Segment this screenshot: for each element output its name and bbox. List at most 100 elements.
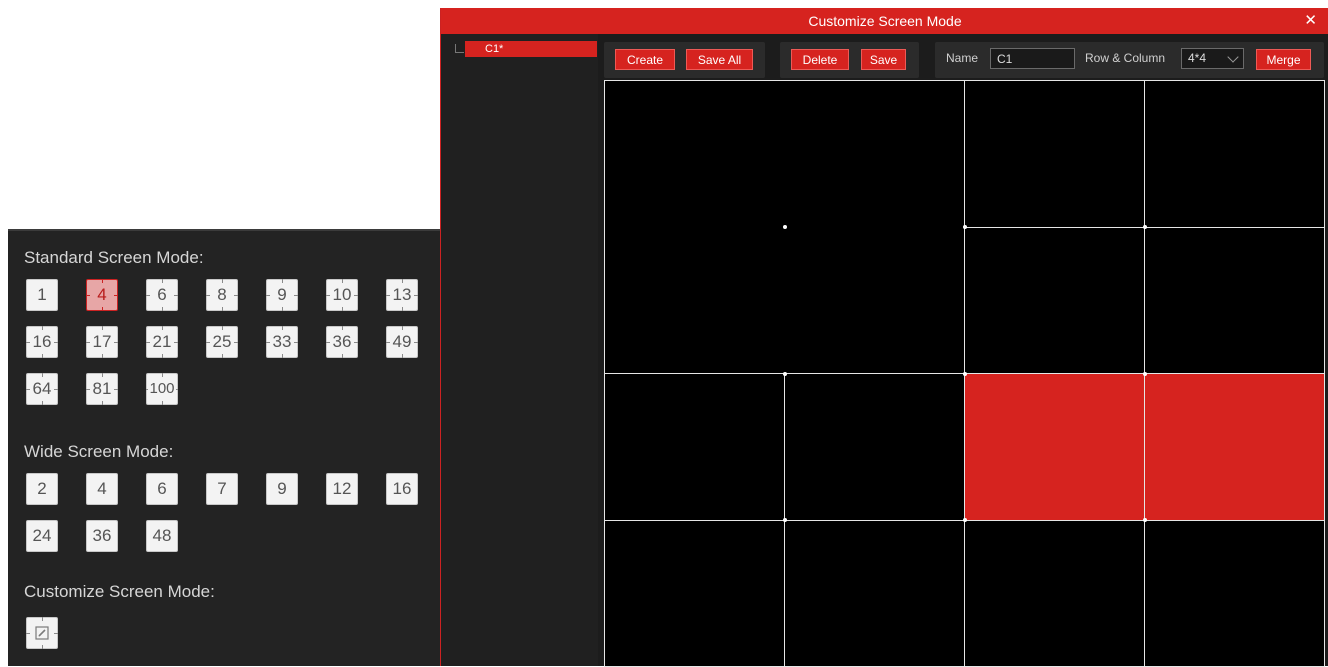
tree-item-c1[interactable]: C1* [465,41,597,57]
wide-mode-label: 48 [152,526,173,545]
row-column-label: Row & Column [1085,51,1165,65]
save-all-button[interactable]: Save All [686,49,753,70]
grid-junction [1143,225,1147,229]
grid-junction [963,225,967,229]
grid-cell-2-1[interactable] [784,373,965,521]
standard-mode-label: 16 [32,332,53,351]
wide-mode-button-36[interactable]: 36 [86,520,118,552]
wide-mode-label: 9 [276,479,287,498]
wide-mode-button-7[interactable]: 7 [206,473,238,505]
standard-mode-button-8[interactable]: 8 [206,279,238,311]
customize-screen-dialog: Customize Screen Mode ✕ C1* Create Save … [440,8,1328,666]
edit-icon [34,626,50,640]
delete-button[interactable]: Delete [791,49,849,70]
standard-mode-button-33[interactable]: 33 [266,326,298,358]
grid-cell-1-3[interactable] [1144,227,1325,375]
name-label: Name [946,51,978,65]
standard-mode-label: 33 [272,332,293,351]
standard-mode-button-1[interactable]: 1 [26,279,58,311]
wide-mode-label: 12 [332,479,353,498]
toolbar-group-edit: Delete Save [780,42,919,78]
wide-mode-button-16[interactable]: 16 [386,473,418,505]
standard-mode-label: 100 [148,380,175,397]
wide-mode-button-6[interactable]: 6 [146,473,178,505]
standard-mode-button-25[interactable]: 25 [206,326,238,358]
standard-mode-button-21[interactable]: 21 [146,326,178,358]
wide-mode-label: 2 [36,479,47,498]
wide-mode-button-48[interactable]: 48 [146,520,178,552]
grid-cell-3-0[interactable] [604,520,785,667]
dialog-title: Customize Screen Mode [441,13,1328,29]
wide-mode-label: 6 [156,479,167,498]
standard-mode-label: 25 [212,332,233,351]
grid-cell-3-3[interactable] [1144,520,1325,667]
standard-mode-label: 4 [96,285,107,304]
grid-junction [963,372,967,376]
wide-mode-label: 24 [32,526,53,545]
wide-mode-label: 36 [92,526,113,545]
grid-junction [1143,372,1147,376]
standard-mode-button-13[interactable]: 13 [386,279,418,311]
toolbar-group-properties: Name Row & Column 4*4 Merge [935,42,1324,78]
standard-mode-button-4[interactable]: 4 [86,279,118,311]
wide-mode-button-4[interactable]: 4 [86,473,118,505]
standard-mode-button-16[interactable]: 16 [26,326,58,358]
tree-connector [455,44,464,53]
standard-mode-label: 81 [92,379,113,398]
standard-mode-label: 13 [392,285,413,304]
wide-mode-button-9[interactable]: 9 [266,473,298,505]
screen-grid [604,80,1324,666]
standard-mode-label: 8 [216,285,227,304]
create-button[interactable]: Create [615,49,675,70]
toolbar-group-create: Create Save All [604,42,765,78]
grid-cell-0-2[interactable] [964,80,1145,228]
standard-mode-button-81[interactable]: 81 [86,373,118,405]
grid-cell-1-2[interactable] [964,227,1145,375]
chevron-down-icon [1227,51,1238,62]
wide-mode-button-2[interactable]: 2 [26,473,58,505]
grid-cell-3-2[interactable] [964,520,1145,667]
row-column-select[interactable]: 4*4 [1181,48,1244,69]
standard-mode-button-49[interactable]: 49 [386,326,418,358]
name-input[interactable] [990,48,1075,69]
standard-mode-button-17[interactable]: 17 [86,326,118,358]
wide-mode-title: Wide Screen Mode: [24,442,173,462]
grid-cell-2-0[interactable] [604,373,785,521]
row-column-value: 4*4 [1188,51,1206,65]
standard-mode-button-36[interactable]: 36 [326,326,358,358]
wide-mode-label: 7 [216,479,227,498]
save-button[interactable]: Save [861,49,906,70]
grid-cell-2-3[interactable] [1144,373,1325,521]
standard-mode-label: 49 [392,332,413,351]
standard-mode-label: 64 [32,379,53,398]
grid-junction [783,372,787,376]
grid-junction [1143,518,1147,522]
layout-tree: C1* [441,34,598,666]
grid-cell-2-2[interactable] [964,373,1145,521]
wide-mode-button-24[interactable]: 24 [26,520,58,552]
standard-mode-label: 10 [332,285,353,304]
standard-mode-title: Standard Screen Mode: [24,248,204,268]
standard-mode-button-10[interactable]: 10 [326,279,358,311]
standard-mode-label: 36 [332,332,353,351]
standard-mode-button-9[interactable]: 9 [266,279,298,311]
merge-button[interactable]: Merge [1256,49,1311,70]
standard-mode-button-100[interactable]: 100 [146,373,178,405]
standard-mode-button-64[interactable]: 64 [26,373,58,405]
grid-junction [783,518,787,522]
grid-cell-3-1[interactable] [784,520,965,667]
screen-mode-panel: Standard Screen Mode: 1 4 6 8 9 10 13 16 17 21 25 3… [8,229,440,666]
customize-mode-button[interactable] [26,617,58,649]
standard-mode-label: 1 [36,285,47,304]
standard-mode-label: 17 [92,332,113,351]
grid-junction [783,225,787,229]
wide-mode-button-12[interactable]: 12 [326,473,358,505]
standard-mode-label: 9 [276,285,287,304]
close-icon[interactable]: ✕ [1304,11,1317,29]
customize-mode-title: Customize Screen Mode: [24,582,215,602]
dialog-titlebar: Customize Screen Mode ✕ [441,8,1328,34]
grid-cell-0-3[interactable] [1144,80,1325,228]
wide-mode-label: 16 [392,479,413,498]
standard-mode-label: 6 [156,285,167,304]
standard-mode-button-6[interactable]: 6 [146,279,178,311]
